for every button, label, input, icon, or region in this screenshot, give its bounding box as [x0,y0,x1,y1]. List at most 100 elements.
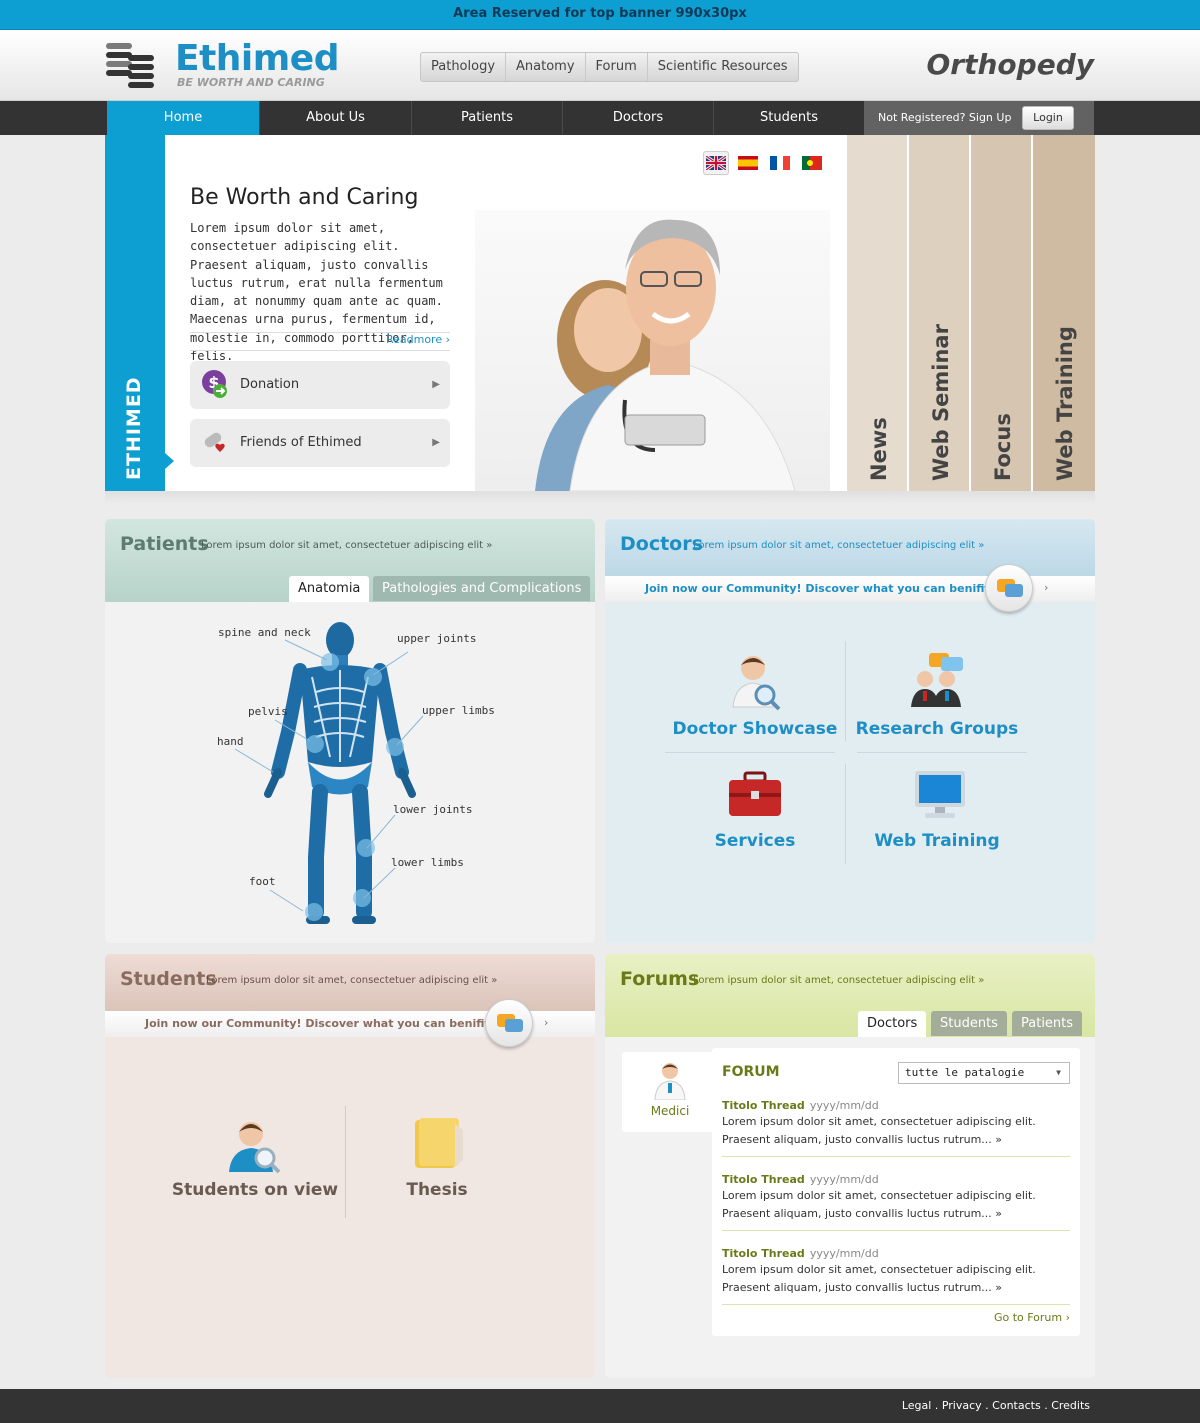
thread-date: yyyy/mm/dd [809,1247,879,1260]
web-training-label[interactable]: Web Training [847,831,1027,851]
research-groups-icon[interactable] [907,649,971,709]
chevron-right-icon[interactable]: › [544,1016,548,1029]
folder-icon[interactable] [407,1114,467,1174]
student-search-icon[interactable] [225,1116,285,1176]
divider [857,752,1027,753]
logo-icon [106,43,154,88]
nav-patients[interactable]: Patients [411,101,562,135]
patients-panel: Patients Lorem ipsum dolor sit amet, con… [105,519,595,943]
monitor-icon[interactable] [913,769,967,821]
thread-text: Lorem ipsum dolor sit amet, consectetuer… [722,1263,1036,1294]
readmore-link[interactable]: Readmore › [190,333,450,346]
toolbox-icon[interactable] [727,771,783,819]
footer-contacts[interactable]: Contacts [992,1399,1041,1412]
label-lower-joints[interactable]: lower joints [393,803,472,816]
students-subtitle[interactable]: Lorem ipsum dolor sit amet, consectetuer… [206,975,497,986]
friends-icon [204,432,225,452]
main-nav: Home About Us Patients Doctors Students … [0,101,1200,135]
footer-credits[interactable]: Credits [1051,1399,1090,1412]
uk-flag-icon[interactable] [703,151,729,175]
chat-bubble-icon[interactable] [985,564,1033,612]
tab-news-label: News [867,417,891,481]
tab-forum-students[interactable]: Students [931,1011,1007,1036]
top-nav-pathology[interactable]: Pathology [421,53,507,81]
students-title[interactable]: Students [120,968,217,990]
thesis-label[interactable]: Thesis [347,1180,527,1200]
forum-box-title: FORUM [722,1064,780,1080]
strip-arrow-icon [165,453,174,469]
hero-side-strip: ETHIMED [105,135,165,491]
forum-thread[interactable]: Titolo Thread yyyy/mm/dd Lorem ipsum dol… [722,1242,1070,1296]
donation-button[interactable]: $ Donation ▶ [190,361,450,409]
friends-button[interactable]: Friends of Ethimed ▶ [190,419,450,467]
nav-doctors[interactable]: Doctors [562,101,713,135]
thread-text: Lorem ipsum dolor sit amet, consectetuer… [722,1189,1036,1220]
divider [665,752,835,753]
divider [845,764,846,864]
label-lower-limbs[interactable]: lower limbs [391,856,464,869]
label-pelvis[interactable]: pelvis [248,705,288,718]
logo-tagline: BE WORTH AND CARING [177,76,325,89]
thread-date: yyyy/mm/dd [809,1173,879,1186]
doctor-avatar-icon [654,1063,686,1100]
login-button[interactable]: Login [1022,106,1074,130]
go-to-forum-link[interactable]: Go to Forum › [994,1311,1070,1324]
students-on-view-label[interactable]: Students on view [165,1180,345,1200]
students-panel: Students Lorem ipsum dolor sit amet, con… [105,954,595,1378]
forums-title[interactable]: Forums [620,968,699,990]
chat-bubble-icon[interactable] [485,999,533,1047]
label-hand[interactable]: hand [217,735,244,748]
nav-home[interactable]: Home [107,101,259,135]
portugal-flag-icon[interactable] [799,151,825,175]
top-nav-forum[interactable]: Forum [586,53,648,81]
label-upper-joints[interactable]: upper joints [397,632,476,645]
tab-web-training[interactable]: Web Training [1033,135,1095,491]
doctors-title[interactable]: Doctors [620,533,703,555]
signup-link[interactable]: Not Registered? Sign Up [878,101,1011,135]
research-groups-label[interactable]: Research Groups [847,719,1027,739]
thread-title[interactable]: Titolo Thread [722,1173,805,1186]
doctor-showcase-icon[interactable] [725,651,785,711]
divider [722,1304,1070,1305]
france-flag-icon[interactable] [767,151,793,175]
tab-web-training-label: Web Training [1053,326,1077,481]
nav-about-us[interactable]: About Us [259,101,411,135]
doctors-subtitle[interactable]: Lorem ipsum dolor sit amet, consectetuer… [693,540,984,551]
tab-web-seminar[interactable]: Web Seminar [909,135,969,491]
footer-privacy[interactable]: Privacy [942,1399,982,1412]
forums-subtitle[interactable]: Lorem ipsum dolor sit amet, consectetuer… [693,975,984,986]
label-upper-limbs[interactable]: upper limbs [422,704,495,717]
footer-separator: . [985,1399,989,1412]
forums-header: Forums Lorem ipsum dolor sit amet, conse… [605,954,1095,1037]
tab-forum-patients[interactable]: Patients [1012,1011,1083,1036]
top-nav-anatomy[interactable]: Anatomy [506,53,586,81]
divider [722,1156,1070,1157]
services-label[interactable]: Services [665,831,845,851]
hero-shadow [105,491,1095,505]
tab-forum-doctors[interactable]: Doctors [858,1011,927,1037]
thread-text: Lorem ipsum dolor sit amet, consectetuer… [722,1115,1036,1146]
divider [722,1230,1070,1231]
students-join-text: Join now our Community! Discover what yo… [145,1017,523,1030]
forum-thread[interactable]: Titolo Thread yyyy/mm/dd Lorem ipsum dol… [722,1094,1070,1148]
tab-news[interactable]: News [847,135,907,491]
thread-title[interactable]: Titolo Thread [722,1099,805,1112]
label-foot[interactable]: foot [249,875,276,888]
thread-title[interactable]: Titolo Thread [722,1247,805,1260]
donation-label: Donation [240,377,300,392]
tab-focus-label: Focus [991,413,1015,481]
section-title: Orthopedy [926,48,1095,81]
tab-focus[interactable]: Focus [971,135,1031,491]
footer-legal[interactable]: Legal [902,1399,931,1412]
pathology-select[interactable]: tutte le patalogie ▼ [898,1062,1070,1084]
tab-web-seminar-label: Web Seminar [929,324,953,481]
nav-students[interactable]: Students [713,101,864,135]
forum-thread[interactable]: Titolo Thread yyyy/mm/dd Lorem ipsum dol… [722,1168,1070,1222]
top-nav-scientific-resources[interactable]: Scientific Resources [648,53,798,81]
chevron-right-icon[interactable]: › [1044,581,1048,594]
label-spine-neck[interactable]: spine and neck [218,626,311,639]
doctor-showcase-label[interactable]: Doctor Showcase [665,719,845,739]
spain-flag-icon[interactable] [735,151,761,175]
logo-title[interactable]: Ethimed [175,38,339,79]
doctors-panel: Doctors Lorem ipsum dolor sit amet, cons… [605,519,1095,943]
